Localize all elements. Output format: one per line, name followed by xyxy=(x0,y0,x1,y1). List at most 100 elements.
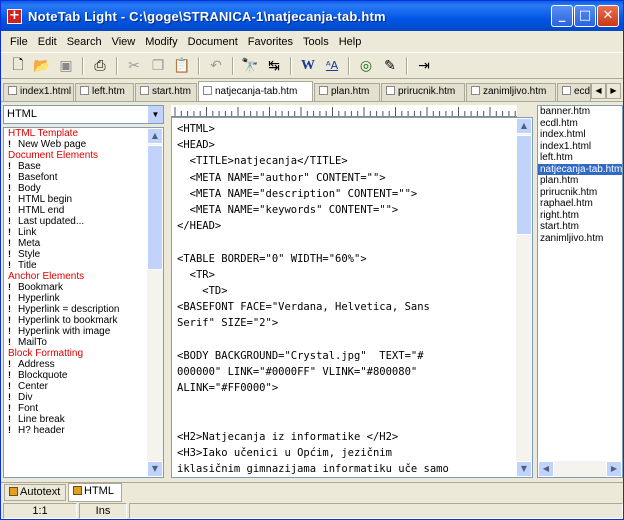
clip-item[interactable]: MailTo xyxy=(4,337,163,348)
menu-help[interactable]: Help xyxy=(334,36,367,48)
file-list-item[interactable]: left.htm xyxy=(538,152,622,164)
scroll-right-icon[interactable]: ▶ xyxy=(606,461,622,477)
file-list-item[interactable]: banner.htm xyxy=(538,106,622,118)
clip-item[interactable]: New Web page xyxy=(4,139,163,150)
clip-item[interactable]: Hyperlink = description xyxy=(4,304,163,315)
tab-ecdl[interactable]: ecdl.h xyxy=(557,83,591,101)
tab-left[interactable]: left.htm xyxy=(75,83,134,101)
clip-category[interactable]: Block Formatting xyxy=(4,348,163,359)
scroll-down-icon[interactable]: ▼ xyxy=(516,461,532,477)
editor-text[interactable]: <HTML> <HEAD> <TITLE>natjecanja</TITLE> … xyxy=(177,121,513,477)
toolbar: 🗋 📂 ▣ ⎙ ✂ ❐ 📋 ↶ 🔭 ↹ W ᴬA ◎ ✎ ⇥ xyxy=(1,52,623,79)
tab-scroll-right-button[interactable]: ▶ xyxy=(606,83,621,99)
file-list-item[interactable]: plan.htm xyxy=(538,175,622,187)
save-icon[interactable]: ▣ xyxy=(55,55,77,77)
tab-natjecanja[interactable]: natjecanja-tab.htm xyxy=(198,81,313,101)
file-list-item[interactable]: natjecanja-tab.htm xyxy=(538,163,622,175)
maximize-button[interactable]: □ xyxy=(574,5,596,27)
tab-start[interactable]: start.htm xyxy=(135,83,197,101)
tab-index1[interactable]: index1.html xyxy=(3,83,74,101)
clip-item[interactable]: Body xyxy=(4,183,163,194)
clip-item[interactable]: Div xyxy=(4,392,163,403)
file-list-item[interactable]: prirucnik.htm xyxy=(538,187,622,199)
clip-category[interactable]: HTML Template xyxy=(4,128,163,139)
menu-modify[interactable]: Modify xyxy=(140,36,182,48)
clip-list-scrollbar[interactable]: ▲ ▼ xyxy=(147,128,163,477)
clip-item[interactable]: Bookmark xyxy=(4,282,163,293)
tab-scroll-left-button[interactable]: ◀ xyxy=(591,83,606,99)
file-list-hscrollbar[interactable]: ◀ ▶ xyxy=(538,461,622,477)
open-folder-icon[interactable]: 📂 xyxy=(31,55,53,77)
toolbar-separator xyxy=(348,56,350,75)
scroll-up-icon[interactable]: ▲ xyxy=(516,118,532,134)
clip-item[interactable]: Blockquote xyxy=(4,370,163,381)
close-button[interactable]: ✕ xyxy=(597,5,619,27)
editor-scrollbar[interactable]: ▲ ▼ xyxy=(516,118,532,477)
library-select[interactable]: HTML ▼ xyxy=(3,105,164,124)
exit-icon[interactable]: ⇥ xyxy=(413,55,435,77)
menu-tools[interactable]: Tools xyxy=(298,36,334,48)
scrollbar-thumb[interactable] xyxy=(147,145,163,270)
cut-icon[interactable]: ✂ xyxy=(123,55,145,77)
tab-autotext[interactable]: Autotext xyxy=(4,484,66,501)
menu-file[interactable]: File xyxy=(5,36,33,48)
menu-document[interactable]: Document xyxy=(183,36,243,48)
clip-item[interactable]: Line break xyxy=(4,414,163,425)
file-list-item[interactable]: index1.html xyxy=(538,141,622,153)
clip-item[interactable]: Center xyxy=(4,381,163,392)
clip-item[interactable]: Title xyxy=(4,260,163,271)
clip-item[interactable]: Font xyxy=(4,403,163,414)
clip-item[interactable]: Link xyxy=(4,227,163,238)
menu-edit[interactable]: Edit xyxy=(33,36,62,48)
menu-view[interactable]: View xyxy=(107,36,141,48)
scrollbar-thumb[interactable] xyxy=(516,135,532,235)
tab-plan[interactable]: plan.htm xyxy=(314,83,380,101)
clip-item[interactable]: Style xyxy=(4,249,163,260)
file-list-item[interactable]: right.htm xyxy=(538,210,622,222)
file-list-item[interactable]: start.htm xyxy=(538,221,622,233)
scroll-down-icon[interactable]: ▼ xyxy=(147,461,163,477)
clip-item[interactable]: Meta xyxy=(4,238,163,249)
editor-area[interactable]: <HTML> <HEAD> <TITLE>natjecanja</TITLE> … xyxy=(171,117,533,478)
clip-category[interactable]: Anchor Elements xyxy=(4,271,163,282)
document-tabs: index1.html left.htm start.htm natjecanj… xyxy=(1,80,623,102)
clip-item[interactable]: Last updated... xyxy=(4,216,163,227)
scroll-up-icon[interactable]: ▲ xyxy=(147,128,163,144)
library-tabs: Autotext HTML xyxy=(1,482,623,502)
clip-item[interactable]: Basefont xyxy=(4,172,163,183)
file-list-item[interactable]: raphael.htm xyxy=(538,198,622,210)
print-icon[interactable]: ⎙ xyxy=(89,55,111,77)
minimize-button[interactable]: _ xyxy=(551,5,573,27)
word-icon[interactable]: W xyxy=(297,55,319,77)
title-bar[interactable]: + NoteTab Light - C:\goge\STRANICA-1\nat… xyxy=(1,1,623,31)
chevron-down-icon[interactable]: ▼ xyxy=(147,106,163,123)
tab-prirucnik[interactable]: prirucnik.htm xyxy=(381,83,465,101)
spellcheck-icon[interactable]: ◎ xyxy=(355,55,377,77)
scroll-left-icon[interactable]: ◀ xyxy=(538,461,554,477)
clip-item[interactable]: HTML begin xyxy=(4,194,163,205)
clip-item[interactable]: Hyperlink with image xyxy=(4,326,163,337)
menu-favorites[interactable]: Favorites xyxy=(243,36,298,48)
clip-category[interactable]: Document Elements xyxy=(4,150,163,161)
replace-icon[interactable]: ↹ xyxy=(263,55,285,77)
file-list-item[interactable]: zanimljivo.htm xyxy=(538,233,622,245)
menu-search[interactable]: Search xyxy=(62,36,107,48)
new-document-icon[interactable]: 🗋 xyxy=(7,55,29,77)
clean-icon[interactable]: ✎ xyxy=(379,55,401,77)
toolbar-separator xyxy=(406,56,408,75)
tab-zanimljivo[interactable]: zanimljivo.htm xyxy=(466,83,556,101)
copy-icon[interactable]: ❐ xyxy=(147,55,169,77)
paste-icon[interactable]: 📋 xyxy=(171,55,193,77)
undo-icon[interactable]: ↶ xyxy=(205,55,227,77)
clip-item[interactable]: Hyperlink to bookmark xyxy=(4,315,163,326)
font-size-icon[interactable]: ᴬA xyxy=(321,55,343,77)
file-list-item[interactable]: ecdl.htm xyxy=(538,118,622,130)
clip-item[interactable]: Hyperlink xyxy=(4,293,163,304)
clip-item[interactable]: H? header xyxy=(4,425,163,436)
file-list-item[interactable]: index.html xyxy=(538,129,622,141)
clip-item[interactable]: Address xyxy=(4,359,163,370)
clip-item[interactable]: HTML end xyxy=(4,205,163,216)
find-icon[interactable]: 🔭 xyxy=(239,55,261,77)
clip-item[interactable]: Base xyxy=(4,161,163,172)
tab-html[interactable]: HTML xyxy=(68,483,122,502)
